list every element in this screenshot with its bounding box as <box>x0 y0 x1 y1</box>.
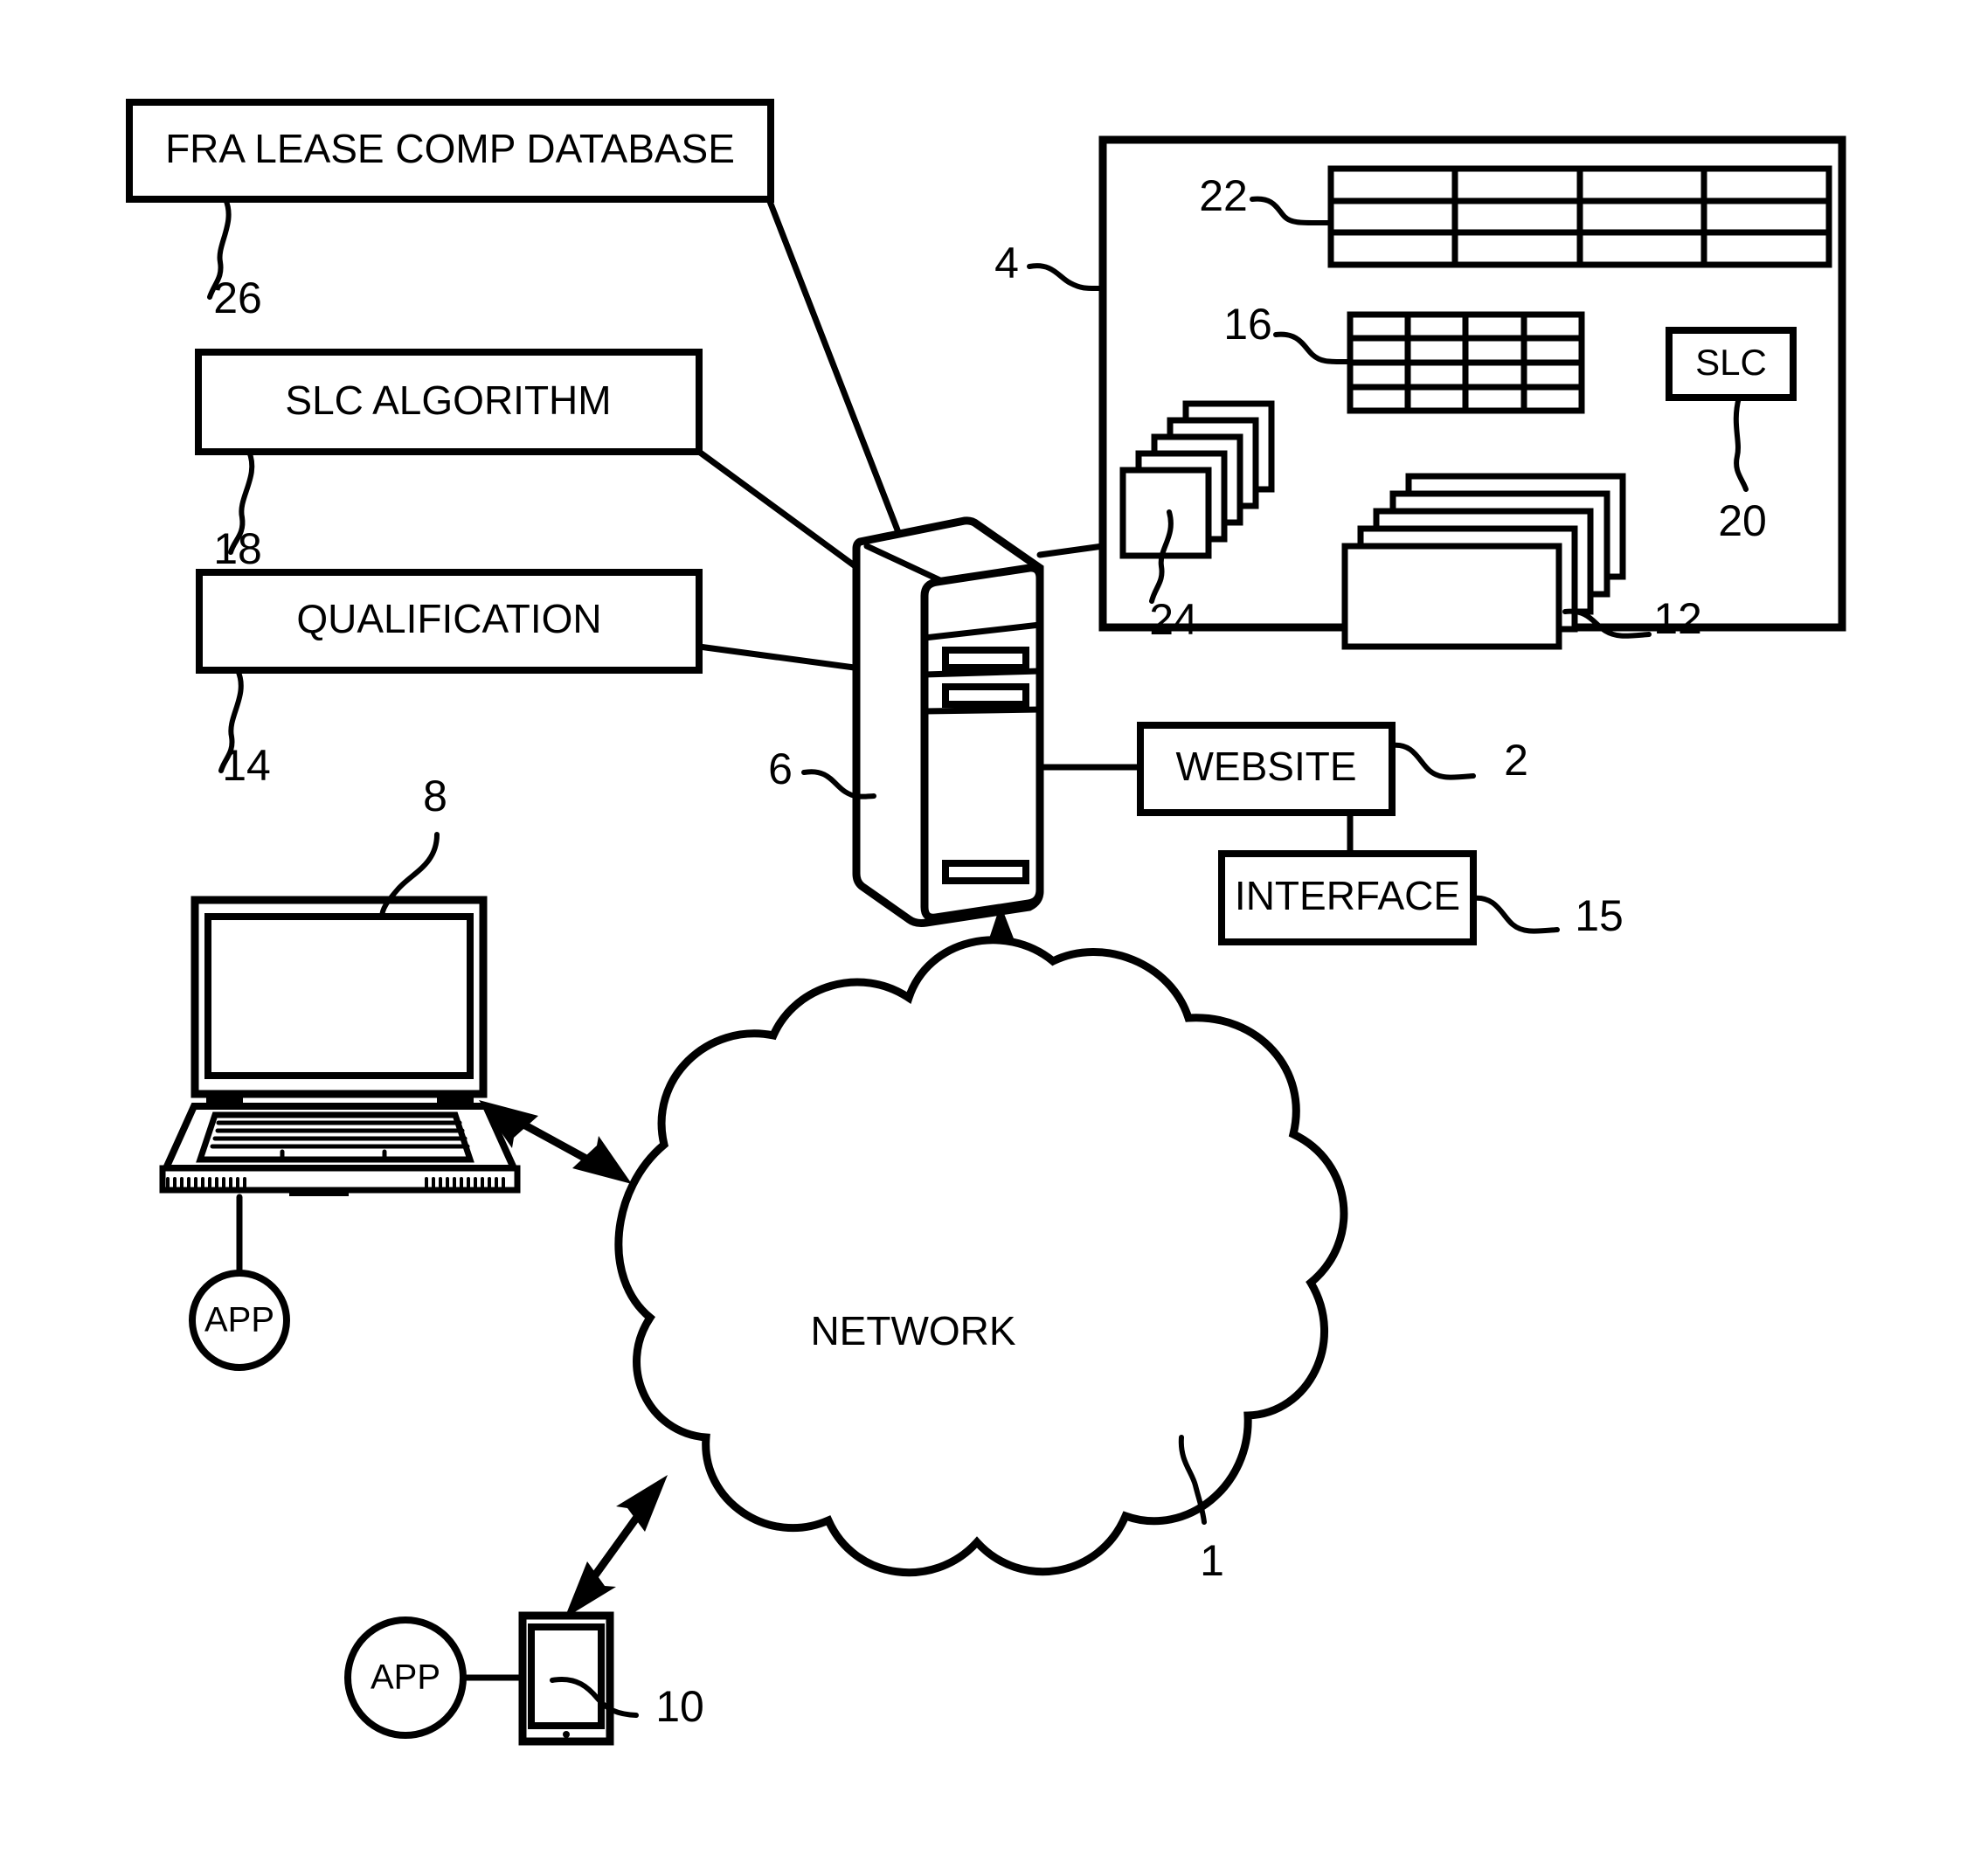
network-cloud[interactable]: NETWORK <box>614 936 1348 1577</box>
box-slc-module[interactable]: SLC <box>1666 327 1797 401</box>
ref-num-2: 2 <box>1504 736 1528 785</box>
app-circle-tablet[interactable]: APP <box>344 1616 467 1739</box>
ref-num-18: 18 <box>213 524 262 573</box>
ref-num-15: 15 <box>1575 891 1624 940</box>
ref-num-16: 16 <box>1223 300 1272 349</box>
box-qualification[interactable]: QUALIFICATION <box>196 569 703 674</box>
box-fra-lease-comp-database[interactable]: FRA LEASE COMP DATABASE <box>126 99 774 203</box>
table-16[interactable] <box>1347 311 1585 414</box>
laptop-screen <box>204 913 474 1079</box>
table-22[interactable] <box>1327 165 1832 268</box>
network-cloud-label: NETWORK <box>810 1308 1015 1353</box>
ref-num-14: 14 <box>222 741 271 790</box>
leader-14: 14 <box>218 668 271 790</box>
box-interface[interactable]: INTERFACE <box>1218 850 1477 945</box>
leader-15: 15 <box>1471 891 1624 940</box>
leader-18: 18 <box>213 449 262 573</box>
app-circle-laptop-label: APP <box>204 1301 274 1340</box>
ref-num-4: 4 <box>994 239 1019 287</box>
ref-num-26: 26 <box>213 273 262 322</box>
app-circle-laptop[interactable]: APP <box>189 1270 290 1371</box>
leader-26: 26 <box>207 197 262 322</box>
app-circle-tablet-label: APP <box>371 1658 440 1697</box>
ref-num-1: 1 <box>1200 1536 1224 1585</box>
diagram-canvas: FRA LEASE COMP DATABASE 26 SLC ALGORITHM… <box>126 99 1846 1746</box>
leader-8: 8 <box>379 772 447 920</box>
server-tower[interactable] <box>852 516 1044 927</box>
ref-num-6: 6 <box>768 744 793 793</box>
interface-label: INTERFACE <box>1235 873 1460 918</box>
ref-num-12: 12 <box>1653 594 1702 643</box>
leader-2: 2 <box>1389 736 1528 785</box>
ref-num-10: 10 <box>655 1682 704 1731</box>
fra-lease-comp-database-label: FRA LEASE COMP DATABASE <box>165 126 735 171</box>
slc-module-label: SLC <box>1695 342 1767 383</box>
ref-num-22: 22 <box>1199 171 1248 220</box>
leader-4: 4 <box>994 239 1105 292</box>
slc-algorithm-label: SLC ALGORITHM <box>285 377 611 423</box>
ref-num-20: 20 <box>1718 496 1767 545</box>
box-website[interactable]: WEBSITE <box>1137 722 1396 816</box>
laptop[interactable] <box>159 896 521 1196</box>
box-slc-algorithm[interactable]: SLC ALGORITHM <box>195 349 703 455</box>
ref-num-24: 24 <box>1149 595 1198 644</box>
ref-num-8: 8 <box>423 772 447 820</box>
tablet-screen <box>528 1623 605 1729</box>
qualification-label: QUALIFICATION <box>296 596 601 641</box>
website-label: WEBSITE <box>1175 744 1356 789</box>
patent-figure: FRA LEASE COMP DATABASE 26 SLC ALGORITHM… <box>0 0 1974 1876</box>
